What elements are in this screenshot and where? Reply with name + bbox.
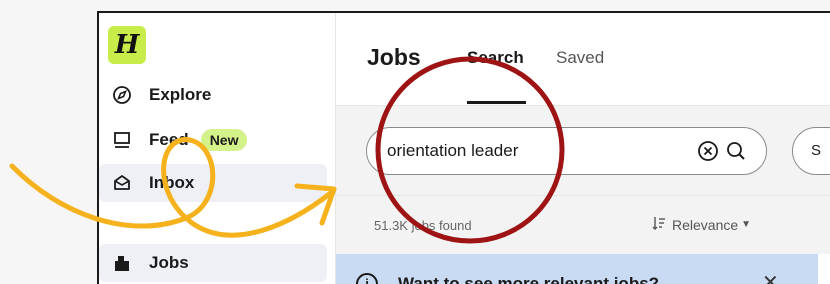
banner-text: Want to see more relevant jobs? (398, 274, 660, 284)
tab-search[interactable]: Search (467, 48, 524, 68)
compass-icon (111, 84, 133, 106)
sort-icon (652, 216, 666, 233)
results-count: 51.3K jobs found (374, 218, 472, 233)
new-badge: New (200, 129, 248, 151)
main-content: Jobs Search Saved S 51.3K jobs found (336, 13, 830, 284)
info-icon: i (356, 273, 378, 284)
chevron-down-icon: ▼ (741, 219, 752, 230)
search-box[interactable] (366, 127, 767, 175)
sidebar-item-label: Jobs (149, 253, 189, 272)
sort-dropdown[interactable]: Relevance ▼ (652, 216, 751, 233)
sidebar-item-jobs[interactable]: Jobs (99, 244, 327, 282)
inbox-icon (111, 172, 133, 194)
results-bar: 51.3K jobs found Relevance ▼ (336, 196, 830, 254)
tab-saved[interactable]: Saved (556, 48, 604, 68)
search-icon[interactable] (725, 140, 747, 162)
active-tab-indicator (467, 101, 526, 104)
sidebar-item-feed[interactable]: Feed New (99, 121, 327, 159)
relevance-banner: i Want to see more relevant jobs? ✕ (336, 254, 818, 284)
clear-search-icon[interactable] (697, 140, 719, 162)
sort-label: Relevance (672, 216, 739, 233)
sidebar-item-label: Feed (149, 130, 189, 149)
close-icon[interactable]: ✕ (762, 270, 779, 284)
search-row: S (336, 106, 830, 196)
briefcase-icon (111, 252, 133, 274)
sidebar: H Explore Feed New Inbox Jobs (99, 13, 336, 284)
sidebar-item-inbox[interactable]: Inbox (99, 164, 327, 202)
filter-chip[interactable]: S (792, 127, 830, 175)
feed-icon (111, 129, 133, 151)
handshake-logo[interactable]: H (108, 26, 146, 64)
app-window: H Explore Feed New Inbox Jobs Jobs Searc… (97, 11, 830, 284)
jobs-header: Jobs Search Saved (336, 13, 830, 106)
sidebar-item-explore[interactable]: Explore (99, 76, 327, 114)
sidebar-item-label: Inbox (149, 173, 195, 192)
page-title: Jobs (367, 44, 421, 70)
sidebar-item-label: Explore (149, 85, 212, 104)
search-input[interactable] (387, 141, 677, 161)
